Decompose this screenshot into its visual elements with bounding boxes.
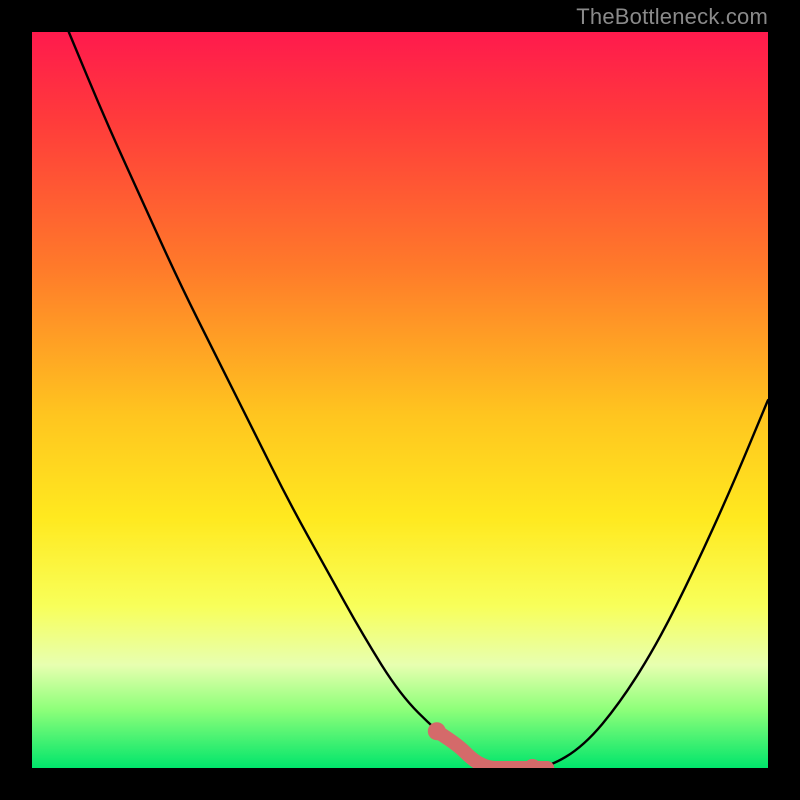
- plot-gradient-background: [32, 32, 768, 768]
- watermark-text: TheBottleneck.com: [576, 4, 768, 30]
- chart-frame: TheBottleneck.com: [0, 0, 800, 800]
